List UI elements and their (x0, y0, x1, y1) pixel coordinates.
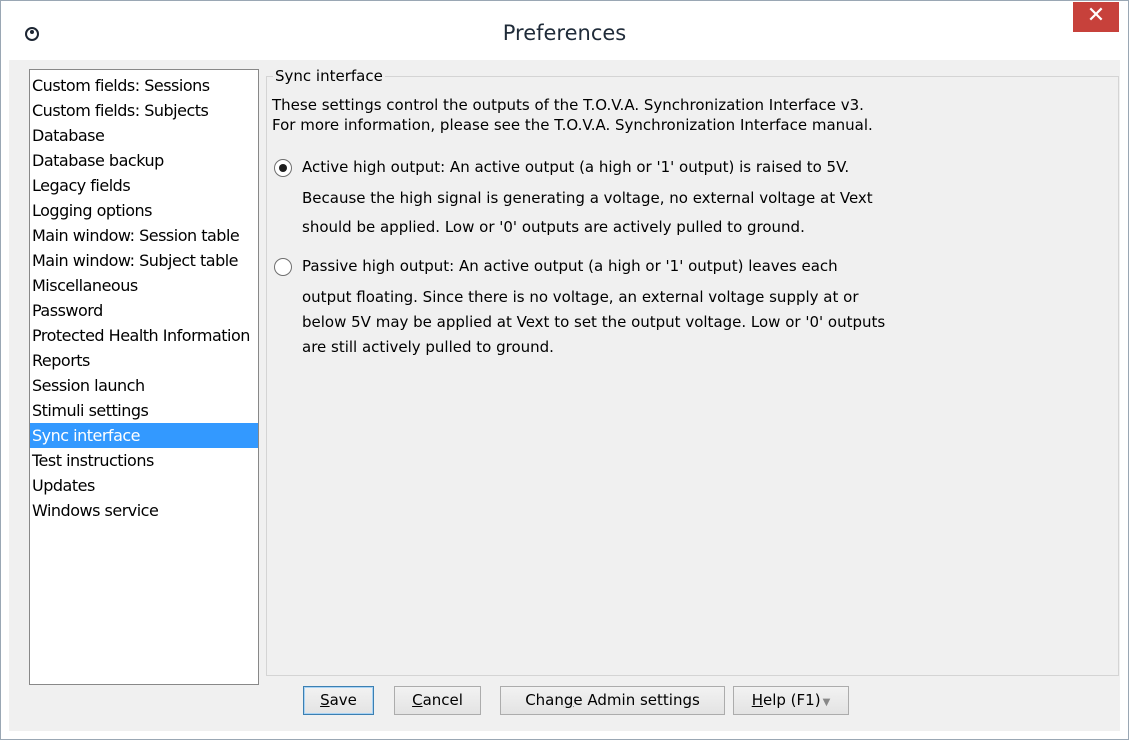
cancel-button[interactable]: Cancel (394, 686, 481, 715)
category-list[interactable]: Custom fields: Sessions Custom fields: Su… (29, 69, 259, 685)
close-button[interactable]: ✕ (1073, 2, 1119, 32)
button-label: ancel (422, 691, 463, 709)
sidebar-item[interactable]: Session launch (30, 373, 258, 398)
window-content: Custom fields: Sessions Custom fields: Su… (9, 60, 1120, 731)
sidebar-item[interactable]: Updates (30, 473, 258, 498)
sidebar-item[interactable]: Miscellaneous (30, 273, 258, 298)
change-admin-settings-button[interactable]: Change Admin settings (500, 686, 725, 715)
sidebar-item[interactable]: Test instructions (30, 448, 258, 473)
mnemonic: C (412, 691, 423, 709)
sidebar-item[interactable]: Protected Health Information (30, 323, 258, 348)
sidebar-item[interactable]: Database backup (30, 148, 258, 173)
sidebar-item[interactable]: Custom fields: Subjects (30, 98, 258, 123)
sidebar-item[interactable]: Main window: Subject table (30, 248, 258, 273)
group-legend: Sync interface (273, 67, 385, 85)
window-title: Preferences (502, 21, 627, 45)
sidebar-item[interactable]: Logging options (30, 198, 258, 223)
sidebar-item[interactable]: Reports (30, 348, 258, 373)
preferences-window: Preferences ✕ Custom fields: Sessions Cus… (0, 0, 1129, 740)
sidebar-item[interactable]: Custom fields: Sessions (30, 73, 258, 98)
button-label: ave (329, 691, 357, 709)
intro-line: These settings control the outputs of th… (272, 96, 864, 114)
option-line: Because the high signal is generating a … (302, 189, 873, 207)
sidebar-item[interactable]: Password (30, 298, 258, 323)
sidebar-item[interactable]: Database (30, 123, 258, 148)
button-bar: Save Cancel Change Admin settings Help (… (9, 686, 1120, 722)
help-button[interactable]: Help (F1) ▼ (733, 686, 849, 715)
option-line: Passive high output: An active output (a… (302, 257, 838, 275)
option-line: are still actively pulled to ground. (302, 338, 554, 356)
active-high-radio[interactable] (274, 159, 292, 177)
mnemonic: S (320, 691, 330, 709)
button-label: elp (F1) (763, 691, 821, 709)
option-line: Active high output: An active output (a … (302, 158, 850, 176)
passive-high-radio[interactable] (274, 258, 292, 276)
button-label: e Admin settings (573, 691, 700, 709)
intro-text: These settings control the outputs of th… (272, 95, 873, 135)
sidebar-item[interactable]: Windows service (30, 498, 258, 523)
option-line: should be applied. Low or '0' outputs ar… (302, 218, 805, 236)
mnemonic: H (751, 691, 763, 709)
close-icon: ✕ (1086, 3, 1106, 28)
sidebar-item[interactable]: Sync interface (30, 423, 258, 448)
save-button[interactable]: Save (303, 686, 374, 715)
dropdown-arrow-icon: ▼ (822, 697, 831, 708)
button-label: Chan (525, 691, 564, 709)
title-bar: Preferences ✕ (1, 1, 1128, 60)
intro-line: For more information, please see the T.O… (272, 116, 873, 134)
sidebar-item[interactable]: Legacy fields (30, 173, 258, 198)
sidebar-item[interactable]: Main window: Session table (30, 223, 258, 248)
sidebar-item[interactable]: Stimuli settings (30, 398, 258, 423)
mnemonic: g (563, 691, 574, 709)
